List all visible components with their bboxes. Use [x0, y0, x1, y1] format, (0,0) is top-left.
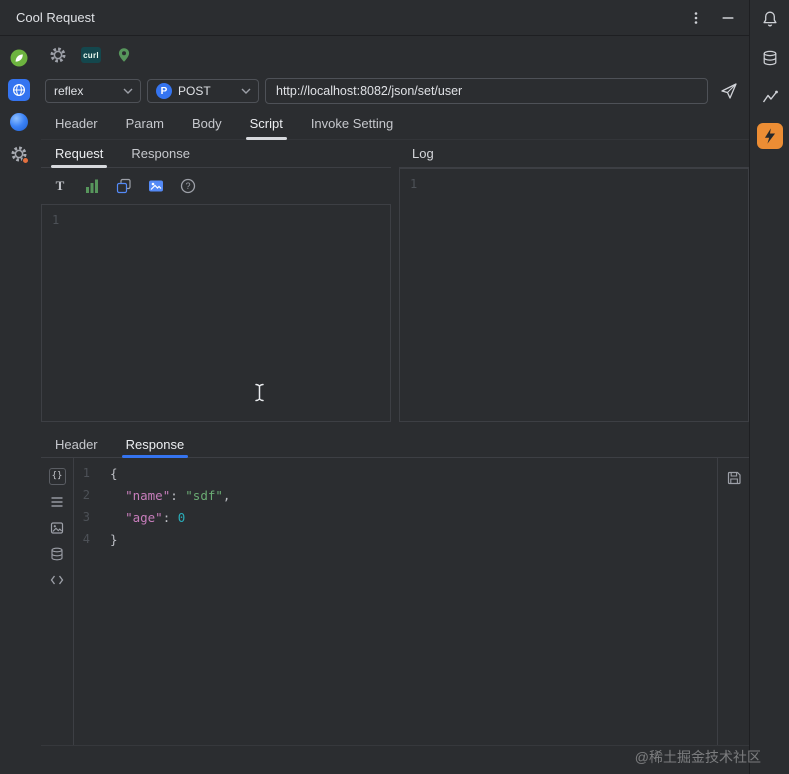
database-view-icon[interactable] — [47, 544, 67, 564]
location-pin-icon[interactable] — [114, 45, 134, 65]
response-code-lines[interactable]: 1{2 "name": "sdf", 3 "age": 0 4} — [74, 458, 717, 745]
code-line: 1{ — [74, 462, 717, 484]
script-pane-tabs: Request Response — [41, 140, 391, 168]
url-input[interactable] — [265, 78, 708, 104]
web-sphere-icon[interactable] — [0, 106, 38, 138]
code-view-icon[interactable] — [47, 570, 67, 590]
top-toolbar: curl — [41, 36, 749, 74]
text-format-icon[interactable]: T — [48, 174, 72, 198]
code-line: 3 "age": 0 — [74, 506, 717, 528]
line-number: 2 — [82, 488, 90, 502]
left-rail — [0, 36, 41, 774]
code-line: 2 "name": "sdf", — [74, 484, 717, 506]
tab-invoke-setting[interactable]: Invoke Setting — [297, 108, 407, 139]
chevron-down-icon — [241, 88, 251, 94]
minimize-icon[interactable] — [715, 5, 741, 31]
code-text: "age": 0 — [125, 509, 186, 525]
response-view-gutter: {} — [41, 458, 74, 745]
log-header: Log — [399, 140, 749, 168]
request-section-tabs: Header Param Body Script Invoke Setting — [41, 108, 749, 140]
svg-text:?: ? — [185, 181, 190, 191]
list-lines-icon[interactable] — [47, 492, 67, 512]
chart-bars-icon[interactable] — [80, 174, 104, 198]
database-icon[interactable] — [755, 43, 785, 73]
tab-script[interactable]: Script — [236, 108, 297, 140]
text-format-glyph: T — [55, 178, 65, 193]
copy-icon[interactable] — [112, 174, 136, 198]
tab-param[interactable]: Param — [112, 108, 178, 139]
cool-request-icon[interactable] — [755, 121, 785, 151]
response-save-gutter — [717, 458, 749, 745]
title-bar: Cool Request — [0, 0, 749, 36]
image-preview-icon[interactable] — [47, 518, 67, 538]
line-number: 1 — [82, 466, 90, 480]
window-title: Cool Request — [16, 10, 95, 25]
help-icon[interactable]: ? — [176, 174, 200, 198]
log-pane: Log 1 — [399, 140, 749, 422]
content-row: curl reflex P POST http://localhost:8082… — [0, 36, 749, 774]
code-text: "name": "sdf", — [125, 487, 231, 503]
curl-import-icon[interactable]: curl — [81, 45, 101, 65]
bottom-tab-header[interactable]: Header — [41, 432, 112, 457]
response-section-tabs: Header Response — [41, 432, 749, 458]
log-title: Log — [412, 146, 434, 161]
log-editor[interactable]: 1 — [399, 168, 749, 422]
build-gear-icon[interactable] — [48, 45, 68, 65]
kebab-menu-icon[interactable] — [683, 5, 709, 31]
settings-gear-icon[interactable] — [0, 138, 38, 170]
text-cursor-icon — [254, 383, 265, 405]
main-column: Cool Request curl reflex P POST http://l… — [0, 0, 749, 774]
script-editor-toolbar: T ? — [41, 168, 391, 204]
request-bar: reflex P POST — [41, 74, 749, 108]
environment-value: reflex — [54, 84, 84, 98]
send-request-icon[interactable] — [714, 78, 744, 104]
center-column: curl reflex P POST http://localhost:8082… — [41, 36, 749, 774]
settings-gear-wrap — [10, 145, 29, 164]
response-editor: {} 1 {2 "name": "sdf", 3 "age": 0 4} — [41, 458, 749, 746]
tab-header[interactable]: Header — [41, 108, 112, 139]
code-line: 4} — [74, 528, 717, 550]
subtab-request[interactable]: Request — [41, 140, 117, 168]
bottom-tab-response[interactable]: Response — [112, 432, 199, 458]
save-icon[interactable] — [724, 468, 744, 488]
image-icon[interactable] — [144, 174, 168, 198]
api-globe-icon-bg — [8, 79, 30, 101]
method-select[interactable]: P POST — [147, 79, 259, 103]
cool-request-logo — [756, 123, 783, 149]
method-badge: P — [156, 83, 172, 99]
app-window: Cool Request curl reflex P POST http://l… — [0, 0, 789, 774]
script-split: Request Response T ? 1 Log 1 — [41, 140, 749, 422]
right-rail — [749, 0, 789, 774]
line-number: 4 — [82, 532, 90, 546]
json-braces-icon[interactable]: {} — [47, 466, 67, 486]
script-pane: Request Response T ? 1 — [41, 140, 391, 422]
chevron-down-icon — [123, 88, 133, 94]
code-text: } — [110, 531, 118, 547]
watermark: @稀土掘金技术社区 — [634, 749, 761, 765]
line-number: 3 — [82, 510, 90, 524]
code-text: { — [110, 465, 118, 481]
script-editor[interactable]: 1 — [41, 204, 391, 422]
chart-icon[interactable] — [755, 82, 785, 112]
settings-badge-dot — [22, 157, 29, 164]
environment-select[interactable]: reflex — [45, 79, 141, 103]
tab-body[interactable]: Body — [178, 108, 236, 139]
web-sphere-icon-shape — [10, 113, 28, 131]
subtab-response[interactable]: Response — [117, 140, 204, 167]
script-line-number: 1 — [52, 213, 60, 227]
notifications-bell-icon[interactable] — [755, 4, 785, 34]
method-value: POST — [178, 84, 211, 98]
log-line-number: 1 — [410, 177, 418, 191]
curl-badge: curl — [81, 47, 101, 63]
json-braces-glyph: {} — [48, 467, 66, 485]
api-globe-icon[interactable] — [0, 74, 38, 106]
spring-icon[interactable] — [0, 42, 38, 74]
